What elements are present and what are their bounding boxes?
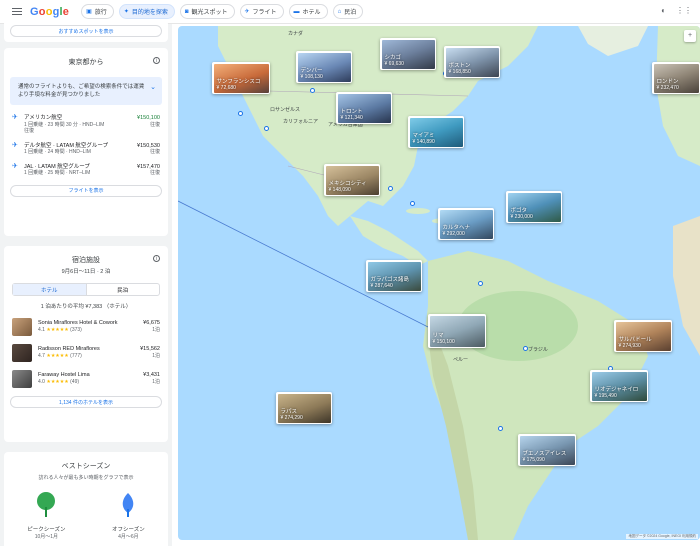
flights-card: 東京都から i 通常のフライトよりも、ご希望の検索条件では運賃より手頃な料金が見…: [4, 48, 168, 236]
suitcase-icon: ▣: [86, 9, 92, 15]
top-nav: ▣ 旅行 ✦ 目的地を探索 ◙ 観光スポット ✈ フライト ▬ ホテル ⌂ 民泊: [81, 4, 364, 19]
hotels-card: 宿泊施設 i 9月6日〜11日 · 2 泊 ホテル 民泊 1 泊あたりの平均 ¥…: [4, 246, 168, 442]
destination-card[interactable]: メキシコシティ ¥ 148,090: [324, 164, 380, 196]
destination-card[interactable]: デンバー ¥ 108,130: [296, 51, 352, 83]
bed-icon: ▬: [293, 8, 300, 15]
destination-card[interactable]: トロント ¥ 121,340: [336, 92, 392, 124]
map-city-label: カリフォルニア: [283, 119, 319, 125]
tab-hotels[interactable]: ホテル: [13, 284, 87, 295]
apps-grid-icon[interactable]: ⋮⋮: [676, 6, 692, 15]
map-pin[interactable]: [523, 346, 528, 351]
zoom-in-button[interactable]: +: [684, 30, 696, 42]
hotel-thumbnail: [12, 318, 32, 336]
map[interactable]: ロサンゼルス アメリカ合衆国 カリフォルニア カナダ ブラジル ペルー + サン…: [178, 26, 700, 540]
nav-chip-trips[interactable]: ▣ 旅行: [81, 4, 114, 19]
average-price: 1 泊あたりの平均 ¥7,383 （ホテル）: [40, 304, 132, 310]
tree-icon: [37, 492, 56, 517]
destination-card[interactable]: カルタヘナ ¥ 292,000: [438, 208, 494, 240]
info-icon[interactable]: i: [153, 255, 160, 262]
star-rating-icon: ★★★★★: [46, 327, 69, 333]
map-city-label: ブラジル: [528, 347, 548, 353]
nav-chip-explore[interactable]: ✦ 目的地を探索: [118, 4, 175, 19]
destination-card[interactable]: マイアミ ¥ 140,890: [408, 116, 464, 148]
explore-icon: ✦: [123, 9, 129, 15]
destination-card[interactable]: サンフランシスコ ¥ 72,680: [212, 62, 270, 94]
nav-chip-rentals[interactable]: ⌂ 民泊: [332, 4, 364, 19]
map-city-label: カナダ: [288, 31, 304, 37]
map-canvas: [178, 26, 700, 540]
menu-icon[interactable]: [12, 7, 22, 16]
show-flights-button[interactable]: フライトを表示: [10, 184, 162, 197]
price-notice[interactable]: 通常のフライトよりも、ご希望の検索条件では運賃より手頃な料金が見つかりました ⌄: [10, 77, 162, 105]
airline-logo-icon: ✈: [12, 162, 18, 170]
flights-title: 東京都から: [68, 59, 104, 66]
info-icon[interactable]: i: [153, 57, 160, 64]
airplane-icon: ✈: [244, 9, 250, 15]
map-pin[interactable]: [264, 126, 269, 131]
hotel-thumbnail: [12, 370, 32, 388]
map-attribution[interactable]: 地図データ ©2024 Google, INEGI 利用規約: [626, 534, 698, 539]
chevron-down-icon[interactable]: ⌄: [150, 84, 156, 92]
season-title: ベストシーズン: [61, 463, 111, 470]
map-city-label: ペルー: [453, 357, 469, 363]
destination-card[interactable]: リオデジャネイロ ¥ 195,490: [590, 370, 648, 402]
top-link-card: おすすめスポットを表示: [4, 20, 168, 42]
nav-chip-things-to-do[interactable]: ◙ 観光スポット: [179, 4, 235, 19]
side-panel: おすすめスポットを表示 東京都から i 通常のフライトよりも、ご希望の検索条件で…: [0, 20, 172, 552]
season-subtitle: 訪れる人々が最も多い時期をグラフで表示: [38, 475, 134, 481]
hotel-dates: 9月6日〜11日 · 2 泊: [61, 269, 111, 275]
header-actions: ◐ ⋮⋮: [661, 6, 692, 15]
map-pin[interactable]: [238, 111, 243, 116]
destination-card[interactable]: ガラパゴス諸島 ¥ 287,640: [366, 260, 422, 292]
theme-toggle-icon[interactable]: ◐: [661, 6, 666, 15]
airline-logo-icon: ✈: [12, 114, 18, 121]
tab-rentals[interactable]: 民泊: [87, 284, 160, 295]
hotel-item[interactable]: Faraway Hostel Lima 4.0 ★★★★★ (49) ¥3,43…: [4, 366, 168, 392]
hotel-item[interactable]: Radisson RED Miraflores 4.7 ★★★★★ (777) …: [4, 340, 168, 366]
hotels-title: 宿泊施設: [72, 257, 100, 264]
season-card: ベストシーズン 訪れる人々が最も多い時期をグラフで表示 ピークシーズン 10月〜…: [4, 452, 168, 552]
leaf-icon: [123, 493, 134, 517]
hotel-thumbnail: [12, 344, 32, 362]
show-hotels-button[interactable]: 1,134 件のホテルを表示: [10, 396, 162, 408]
show-recommended-link[interactable]: おすすめスポットを表示: [10, 25, 162, 37]
destination-card[interactable]: ラパス ¥ 274,290: [276, 392, 332, 424]
flight-option[interactable]: ✈ アメリカン航空 1 回乗継 · 23 時間 30 分 · HND–LIM 往…: [4, 111, 168, 139]
nav-chip-flights[interactable]: ✈ フライト: [239, 4, 284, 19]
map-city-label: ロサンゼルス: [270, 107, 301, 113]
map-pin[interactable]: [410, 201, 415, 206]
map-pin[interactable]: [310, 88, 315, 93]
nav-chip-hotels[interactable]: ▬ ホテル: [288, 4, 328, 19]
google-logo[interactable]: Google: [30, 6, 69, 18]
destination-card[interactable]: シカゴ ¥ 69,630: [380, 38, 436, 70]
flight-option[interactable]: ✈ JAL · LATAM 航空グループ 1 回乗継 · 25 時間 · NRT…: [4, 160, 168, 181]
map-pin[interactable]: [498, 426, 503, 431]
camera-icon: ◙: [184, 8, 189, 15]
destination-card[interactable]: ブエノスアイレス ¥ 175,090: [518, 434, 576, 466]
destination-card[interactable]: ボストン ¥ 168,850: [444, 46, 500, 78]
lodging-tabs: ホテル 民泊: [12, 283, 160, 296]
airline-logo-icon: ✈: [12, 141, 18, 149]
star-rating-icon: ★★★★★: [46, 353, 69, 359]
off-season: オフシーズン 4月〜6月: [112, 491, 145, 540]
destination-card[interactable]: ロンドン ¥ 232,470: [652, 62, 700, 94]
peak-season: ピークシーズン 10月〜1月: [27, 491, 65, 540]
house-icon: ⌂: [337, 8, 342, 15]
flight-price: ¥150,100: [137, 115, 160, 121]
destination-card[interactable]: ボゴタ ¥ 230,000: [506, 191, 562, 223]
hotel-item[interactable]: Sonia Miraflores Hotel & Cowork 4.1 ★★★★…: [4, 314, 168, 340]
star-rating-icon: ★★★★★: [46, 379, 69, 385]
map-pin[interactable]: [478, 281, 483, 286]
map-pin[interactable]: [388, 186, 393, 191]
destination-card[interactable]: サルバドール ¥ 274,930: [614, 320, 672, 352]
destination-card[interactable]: リマ ¥ 150,100: [428, 314, 486, 348]
flight-option[interactable]: ✈ デルタ航空 · LATAM 航空グループ 1 回乗継 · 24 時間 · H…: [4, 139, 168, 160]
